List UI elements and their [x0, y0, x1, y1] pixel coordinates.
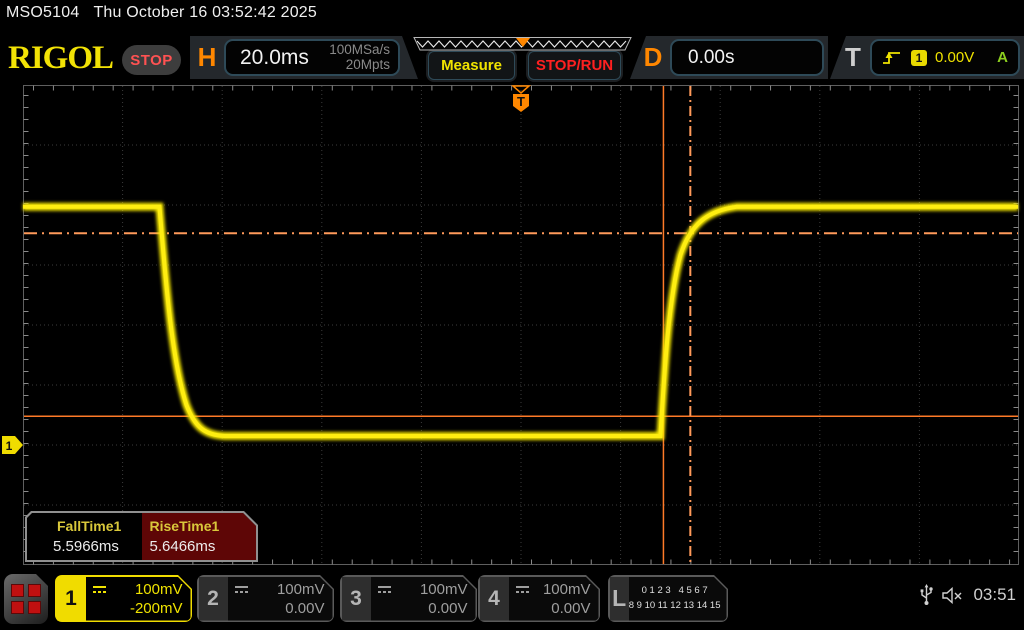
delay-inner: 0.00s: [670, 39, 824, 76]
channel-3-inner: 3 100mV 0.00V: [342, 577, 476, 621]
dc-coupling-icon: [377, 585, 392, 594]
channel-2-offset: 0.00V: [234, 600, 325, 617]
measurement-label: RiseTime1: [142, 518, 257, 534]
channel-1-offset: -200mV: [92, 600, 183, 617]
channel-3-box[interactable]: 3 100mV 0.00V: [340, 575, 477, 622]
channel-2-values: 100mV 0.00V: [228, 577, 333, 621]
channel-3-number: 3: [342, 577, 371, 621]
oscilloscope-screen: MSO5104 Thu October 16 03:52:42 2025 RIGO…: [0, 0, 1024, 630]
channel-1-values: 100mV -200mV: [86, 577, 191, 621]
timebase-value: 20.0ms: [240, 46, 309, 70]
channel-1-ground-marker: 1: [2, 436, 23, 454]
logic-analyzer-label: L: [610, 577, 629, 621]
status-bar: MSO5104 Thu October 16 03:52:42 2025: [6, 4, 317, 22]
channel-2-scale: 100mV: [277, 581, 325, 598]
trigger-inner: 1 0.00V A: [870, 39, 1020, 76]
system-clock: 03:51: [973, 585, 1016, 605]
channel-4-number: 4: [480, 577, 509, 621]
trigger-position-marker: T: [513, 86, 529, 112]
channel-1-number: 1: [57, 577, 86, 621]
dc-coupling-icon: [515, 585, 530, 594]
stop-run-button[interactable]: STOP/RUN: [528, 51, 621, 80]
channel-3-values: 100mV 0.00V: [371, 577, 476, 621]
horizontal-label: H: [190, 42, 224, 73]
logic-channel-list: 0 1 2 3 4 5 6 7 8 9 10 11 12 13 14 15: [629, 577, 727, 621]
channel-4-scale: 100mV: [543, 581, 591, 598]
channel-1-box[interactable]: 1 100mV -200mV: [55, 575, 192, 622]
delay-label: D: [636, 42, 670, 73]
channel-1-trace: [23, 207, 1018, 436]
trigger-mode-auto: A: [997, 49, 1008, 66]
dc-coupling-icon: [234, 585, 249, 594]
measurement-label: FallTime1: [27, 518, 142, 534]
channel-4-box[interactable]: 4 100mV 0.00V: [478, 575, 600, 622]
delay-value: 0.00s: [688, 47, 734, 69]
stop-run-button-label: STOP/RUN: [536, 57, 613, 74]
system-tray: 03:51: [920, 584, 1016, 606]
measure-button-label: Measure: [441, 57, 502, 74]
channel-4-inner: 4 100mV 0.00V: [480, 577, 599, 621]
measurement-falltime[interactable]: FallTime1 5.5966ms: [27, 513, 142, 560]
trigger-label: T: [836, 42, 870, 73]
usb-icon: [920, 584, 933, 606]
channel-2-box[interactable]: 2 100mV 0.00V: [197, 575, 334, 622]
horizontal-inner: 20.0ms 100MSa/s 20Mpts: [224, 39, 400, 76]
menu-grid-icon: [11, 584, 41, 614]
logic-analyzer-inner: L 0 1 2 3 4 5 6 7 8 9 10 11 12 13 14 15: [610, 577, 727, 621]
speaker-muted-icon: [942, 587, 964, 604]
trigger-delay-box[interactable]: D 0.00s: [630, 36, 828, 79]
graticule: [24, 86, 1019, 565]
preview-trigger-marker: [516, 38, 530, 47]
svg-text:T: T: [517, 94, 525, 109]
trigger-source-badge: 1: [911, 50, 927, 66]
channel-3-scale: 100mV: [420, 581, 468, 598]
timebase-preview: [414, 38, 631, 51]
datetime: Thu October 16 03:52:42 2025: [93, 4, 317, 21]
channel-3-offset: 0.00V: [377, 600, 468, 617]
svg-text:1: 1: [6, 439, 13, 453]
preview-waveform: [417, 41, 626, 47]
channel-2-inner: 2 100mV 0.00V: [199, 577, 333, 621]
measurement-value: 5.6466ms: [142, 538, 257, 555]
acquisition-info: 100MSa/s 20Mpts: [329, 43, 390, 72]
measurement-risetime[interactable]: RiseTime1 5.6466ms: [142, 513, 257, 560]
sample-rate: 100MSa/s: [329, 43, 390, 58]
model-name: MSO5104: [6, 4, 79, 21]
channel-1-scale: 100mV: [135, 581, 183, 598]
measurement-value: 5.5966ms: [27, 538, 142, 555]
acquisition-status-badge: STOP: [122, 45, 181, 75]
trigger-edge-icon: [882, 50, 901, 65]
rigol-logo: RIGOL: [8, 40, 113, 77]
horizontal-settings-box[interactable]: H 20.0ms 100MSa/s 20Mpts: [190, 36, 418, 79]
logic-analyzer-box[interactable]: L 0 1 2 3 4 5 6 7 8 9 10 11 12 13 14 15: [608, 575, 728, 622]
trigger-settings-box[interactable]: T 1 0.00V A: [830, 36, 1024, 79]
channel-1-inner: 1 100mV -200mV: [57, 577, 191, 621]
logic-channels-row2: 8 9 10 11 12 13 14 15: [629, 599, 721, 613]
dc-coupling-icon: [92, 585, 107, 594]
measurement-cursors: [24, 86, 1018, 564]
logic-channels-row1: 0 1 2 3 4 5 6 7: [629, 584, 721, 598]
measurement-panel[interactable]: FallTime1 5.5966ms RiseTime1 5.6466ms: [25, 511, 258, 562]
channel-4-values: 100mV 0.00V: [509, 577, 599, 621]
channel-4-offset: 0.00V: [515, 600, 591, 617]
main-menu-button[interactable]: [4, 574, 48, 624]
channel-2-number: 2: [199, 577, 228, 621]
measure-button[interactable]: Measure: [428, 51, 515, 80]
memory-depth: 20Mpts: [329, 58, 390, 73]
trigger-level-value: 0.00V: [935, 49, 974, 66]
measurement-panel-inner: FallTime1 5.5966ms RiseTime1 5.6466ms: [27, 513, 256, 560]
